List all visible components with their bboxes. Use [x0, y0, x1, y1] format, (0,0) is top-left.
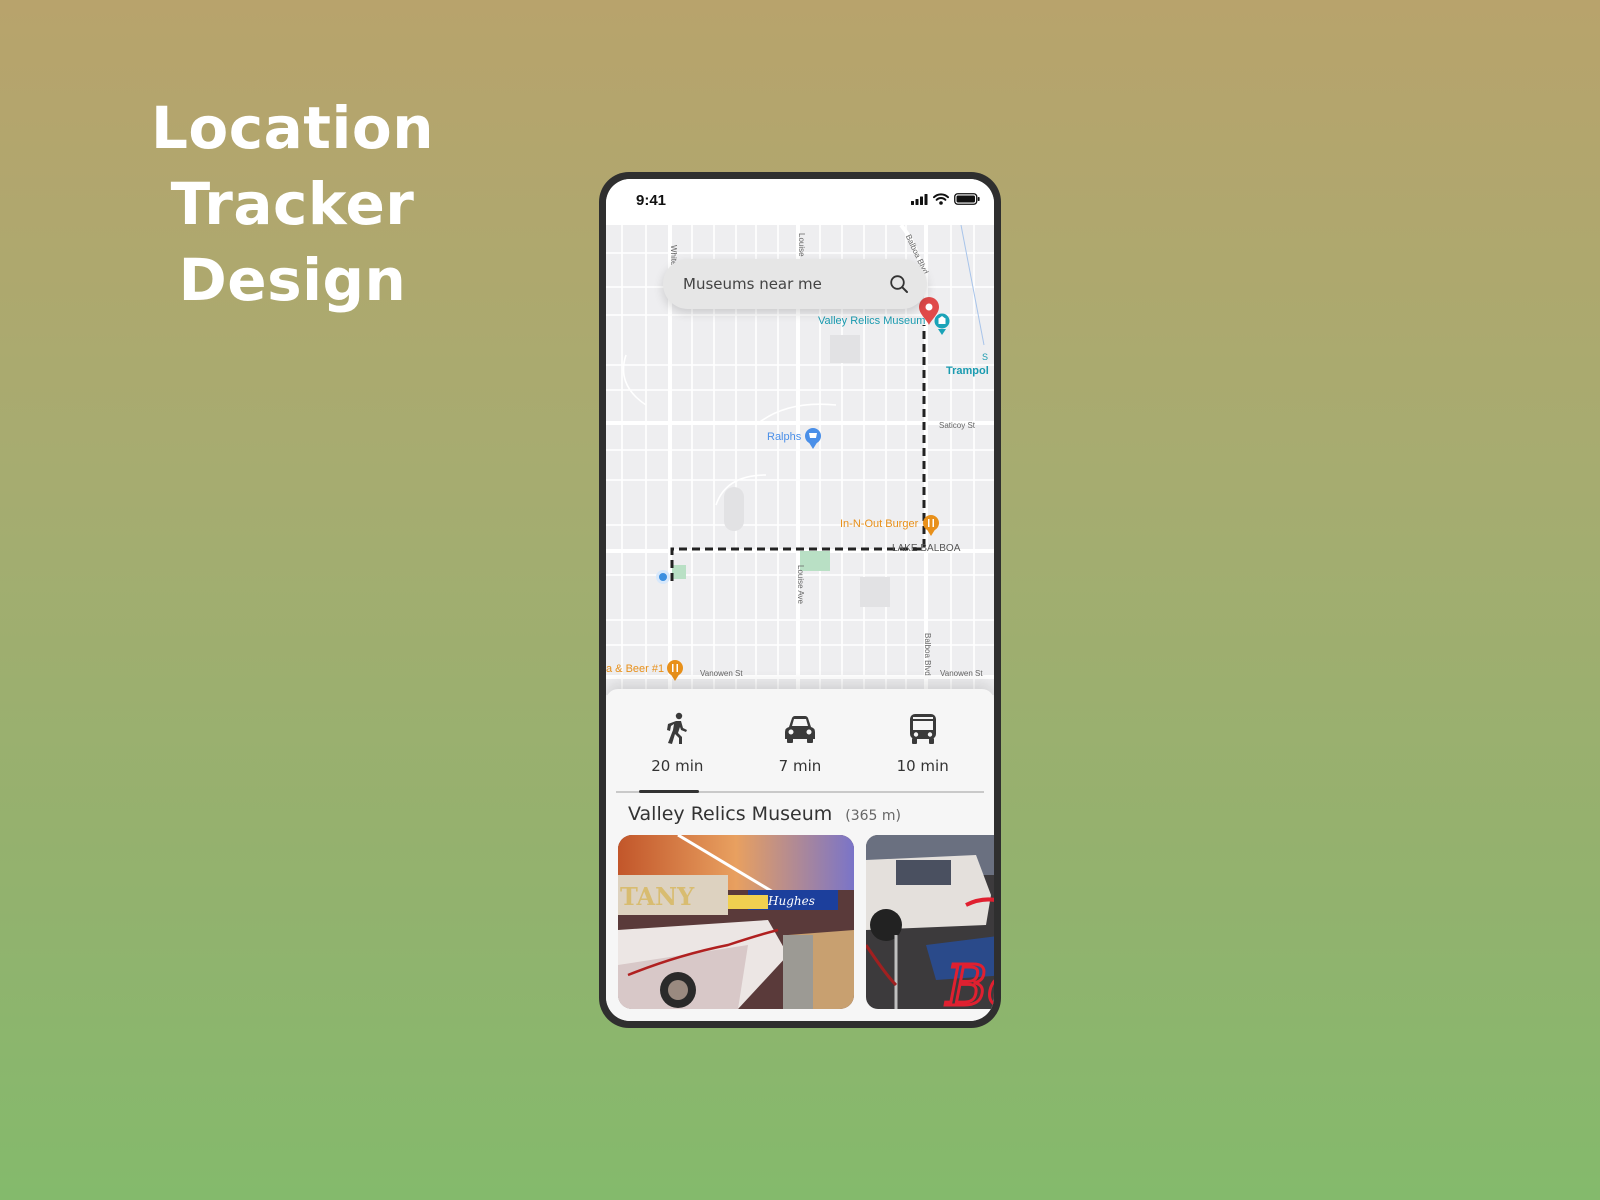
river-line — [960, 225, 985, 346]
svg-text:TANY: TANY — [620, 882, 695, 911]
street-label: Louise Ave — [796, 565, 805, 604]
hero-title: Location Tracker Design — [40, 90, 545, 318]
search-input[interactable] — [683, 275, 889, 293]
car-time: 7 min — [778, 757, 822, 775]
search-bar[interactable] — [663, 259, 927, 309]
status-time: 9:41 — [636, 192, 667, 209]
tab-bus[interactable]: 10 min — [873, 711, 973, 793]
svg-text:Hughes: Hughes — [767, 894, 815, 908]
map-label-in-n-out[interactable]: In-N-Out Burger — [840, 518, 918, 530]
phone-frame: 9:41 Valley Relics Museum Trampol S Ralp… — [599, 172, 1001, 1028]
street-label: Vanowen St — [940, 669, 983, 678]
place-header: Valley Relics Museum (365 m) — [606, 793, 994, 825]
signal-icon — [911, 193, 928, 205]
street-label: Balboa Blvd — [923, 633, 932, 676]
place-name[interactable]: Valley Relics Museum — [628, 803, 832, 825]
photo-carousel[interactable]: TANY Hughes B — [618, 835, 994, 1009]
hero-title-line-1: Location Tracker — [150, 94, 435, 238]
tab-walk[interactable]: 20 min — [627, 711, 727, 793]
search-icon[interactable] — [889, 274, 909, 294]
bottom-sheet: 20 min 7 min 10 min Valley Relics Museum… — [606, 689, 994, 1021]
map-block — [830, 335, 860, 363]
selected-tab-indicator — [639, 790, 699, 793]
walk-time: 20 min — [651, 757, 704, 775]
wifi-icon — [933, 193, 949, 205]
status-icons — [911, 193, 980, 205]
map-label-ralphs[interactable]: Ralphs — [767, 431, 801, 443]
hero-title-line-2: Design — [178, 246, 407, 314]
map-block — [724, 487, 744, 531]
neon-sign-photo[interactable]: Be — [866, 835, 994, 1009]
street-label: Vanowen St — [700, 669, 743, 678]
travel-mode-tabs: 20 min 7 min 10 min — [606, 689, 994, 793]
map-label-trampoline-s: S — [982, 352, 989, 362]
street-label: Saticoy St — [939, 421, 976, 430]
tab-car[interactable]: 7 min — [750, 711, 850, 793]
walking-icon — [667, 712, 688, 744]
place-distance: (365 m) — [845, 808, 901, 824]
bus-time: 10 min — [896, 757, 949, 775]
user-location-marker[interactable] — [656, 570, 670, 584]
map-block — [860, 577, 890, 607]
map-label-trampoline[interactable]: Trampol — [946, 365, 989, 377]
map-label-beer[interactable]: a & Beer #1 — [606, 663, 664, 675]
museum-marker-icon[interactable] — [934, 313, 950, 336]
car-icon — [784, 716, 815, 743]
status-bar: 9:41 — [606, 179, 994, 225]
map-label-area: LAKE BALBOA — [892, 543, 961, 554]
street-label: Louise — [797, 233, 806, 257]
svg-text:Be: Be — [945, 954, 994, 1009]
battery-icon — [954, 193, 980, 205]
map-label-destination[interactable]: Valley Relics Museum — [818, 315, 925, 327]
park-area — [672, 565, 686, 579]
phone-screen: 9:41 Valley Relics Museum Trampol S Ralp… — [606, 179, 994, 1021]
museum-interior-photo[interactable]: TANY Hughes — [618, 835, 854, 1009]
bus-icon — [909, 714, 936, 744]
map-view[interactable]: Valley Relics Museum Trampol S Ralphs In… — [606, 225, 994, 695]
shop-marker-icon[interactable] — [805, 428, 821, 449]
